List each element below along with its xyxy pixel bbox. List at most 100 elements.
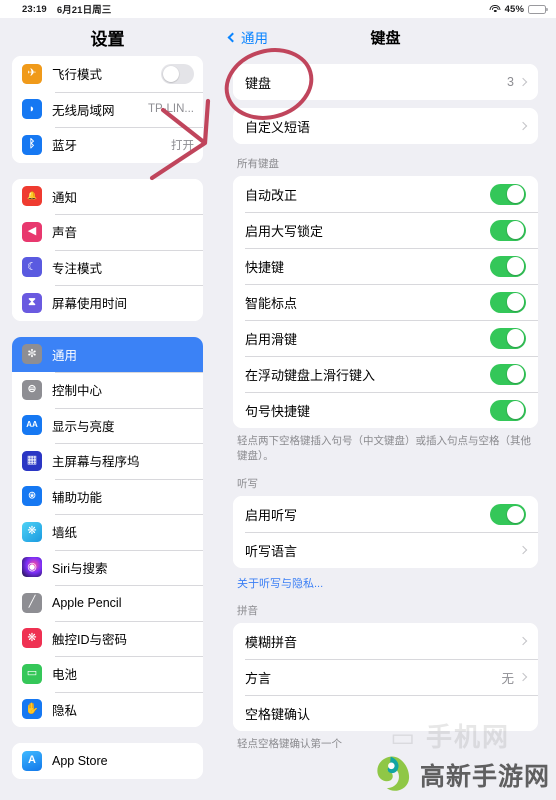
settings-row-value: 3 (507, 75, 514, 89)
settings-row-句号快捷键[interactable]: 句号快捷键 (233, 392, 538, 428)
settings-row-label: 快捷键 (245, 259, 285, 275)
settings-toggle[interactable] (490, 363, 526, 385)
settings-row-听写语言[interactable]: 听写语言 (233, 532, 538, 569)
sidebar-item-label: Apple Pencil (52, 595, 122, 610)
section-footer: 轻点两下空格键插入句号（中文键盘）或插入句点与空格（其他键盘）。 (237, 435, 531, 463)
sidebar-item-label: 隐私 (52, 703, 78, 718)
settings-toggle[interactable] (490, 327, 526, 349)
settings-row-value: 无 (501, 671, 514, 686)
settings-row-accessory (490, 503, 526, 525)
sidebar-item-label: 专注模式 (52, 261, 103, 276)
battery-percent-label: 45% (504, 3, 524, 15)
sidebar-item-墙纸[interactable]: ❋ 墙纸 (12, 514, 203, 550)
bell-icon: 🔔 (22, 186, 42, 207)
settings-row-accessory (490, 363, 526, 385)
sidebar-item-电池[interactable]: ▭ 电池 (12, 656, 203, 692)
sidebar-item-label: 通知 (52, 190, 78, 205)
settings-row-自动改正[interactable]: 自动改正 (233, 176, 538, 212)
settings-row-智能标点[interactable]: 智能标点 (233, 284, 538, 320)
settings-toggle[interactable] (490, 291, 526, 313)
section-header: 所有键盘 (237, 158, 279, 170)
status-bar: 23:19 6月21日周三 45% (0, 0, 556, 18)
settings-row-label: 键盘 (245, 75, 272, 91)
pencil-icon: ╱ (22, 592, 42, 613)
settings-row-键盘[interactable]: 键盘 3 (233, 64, 538, 100)
sidebar-item-辅助功能[interactable]: ⍟ 辅助功能 (12, 478, 203, 514)
chevron-right-icon (518, 546, 528, 555)
sidebar-item-通用[interactable]: ✼ 通用 (12, 336, 203, 372)
settings-row-label: 启用大写锁定 (245, 223, 324, 239)
settings-row-accessory (490, 291, 526, 313)
settings-row-label: 自动改正 (245, 187, 298, 203)
speaker-icon: ◀ (22, 221, 42, 242)
sidebar-item-触控ID与密码[interactable]: ❋ 触控ID与密码 (12, 620, 203, 656)
sidebar-item-声音[interactable]: ◀ 声音 (12, 214, 203, 250)
page-title: 设置 (90, 29, 125, 49)
sidebar-item-Apple-Pencil[interactable]: ╱ Apple Pencil (12, 585, 203, 621)
siri-icon: ◉ (22, 557, 42, 578)
battery-icon (528, 4, 548, 14)
section-header: 拼音 (237, 605, 258, 618)
settings-row-自定义短语[interactable]: 自定义短语 (233, 108, 538, 144)
sidebar-item-value: TP-LIN... (147, 103, 194, 116)
gear-icon: ✼ (22, 344, 42, 365)
sidebar-item-显示与亮度[interactable]: AA 显示与亮度 (12, 407, 203, 443)
settings-row-启用听写[interactable]: 启用听写 (233, 496, 538, 533)
sidebar-item-label: 声音 (52, 226, 78, 241)
sidebar-group: 🔔 通知 ◀ 声音 ☾ 专注模式 ⧗ 屏幕使用时间 (12, 178, 203, 321)
sidebar-item-label: 蓝牙 (52, 139, 78, 154)
sidebar-item-Siri与搜索[interactable]: ◉ Siri与搜索 (12, 549, 203, 585)
status-time: 23:19 (22, 3, 47, 15)
sidebar-item-屏幕使用时间[interactable]: ⧗ 屏幕使用时间 (12, 285, 203, 321)
settings-row-快捷键[interactable]: 快捷键 (233, 248, 538, 284)
settings-card: 模糊拼音 方言 无空格键确认 (233, 623, 538, 732)
settings-row-label: 智能标点 (245, 295, 298, 311)
sidebar-item-label: 无线局域网 (52, 103, 115, 118)
settings-toggle[interactable] (490, 183, 526, 205)
wifi-icon (489, 4, 501, 14)
sidebar-item-label: 控制中心 (52, 384, 103, 399)
sidebar-scroll[interactable]: ✈ 飞行模式 ◗ 无线局域网 TP-LIN... ᛒ 蓝牙 打开 🔔 通知 ◀ 声音 ☾ 专注模式 ⧗ 屏幕使… (0, 56, 215, 800)
sidebar-toggle[interactable] (161, 64, 194, 84)
sidebar-item-隐私[interactable]: ✋ 隐私 (12, 691, 203, 727)
sidebar-item-主屏幕与程序坞[interactable]: ▦ 主屏幕与程序坞 (12, 443, 203, 479)
settings-row-accessory (490, 183, 526, 205)
settings-toggle[interactable] (490, 255, 526, 277)
chevron-right-icon (518, 637, 528, 646)
settings-row-label: 句号快捷键 (245, 403, 311, 419)
touchid-icon: ❋ (22, 628, 42, 649)
settings-toggle[interactable] (490, 503, 526, 525)
sidebar-item-label: 触控ID与密码 (52, 632, 128, 647)
sidebar-item-蓝牙[interactable]: ᛒ 蓝牙 打开 (12, 127, 203, 163)
settings-row-label: 听写语言 (245, 543, 298, 559)
sidebar-item-label: Siri与搜索 (52, 561, 108, 576)
detail-scroll[interactable]: 键盘 3 自定义短语所有键盘自动改正启用大写锁定 快捷键智能标点启用滑键 在浮动键盘上滑… (215, 56, 556, 800)
back-label: 通用 (241, 31, 268, 46)
settings-row-启用滑键[interactable]: 启用滑键 (233, 320, 538, 356)
settings-row-在浮动键盘上滑行键入[interactable]: 在浮动键盘上滑行键入 (233, 356, 538, 392)
chevron-right-icon (518, 121, 528, 131)
settings-row-启用大写锁定[interactable]: 启用大写锁定 (233, 212, 538, 248)
sidebar-item-专注模式[interactable]: ☾ 专注模式 (12, 249, 203, 285)
moon-icon: ☾ (22, 257, 42, 278)
settings-row-方言[interactable]: 方言 无 (233, 659, 538, 696)
settings-toggle[interactable] (490, 399, 526, 421)
sidebar-item-value: 打开 (171, 139, 194, 152)
privacy-link[interactable]: 关于听写与隐私... (233, 568, 538, 591)
settings-toggle[interactable] (490, 219, 526, 241)
settings-row-accessory (518, 546, 528, 555)
sidebar-item-无线局域网[interactable]: ◗ 无线局域网 TP-LIN... (12, 91, 203, 127)
sidebar-item-控制中心[interactable]: ⊜ 控制中心 (12, 372, 203, 408)
sidebar-item-label: 墙纸 (52, 526, 78, 541)
sidebar-header: 设置 (0, 18, 215, 56)
sidebar-item-App-Store[interactable]: A App Store (12, 743, 203, 779)
sidebar-item-通知[interactable]: 🔔 通知 (12, 178, 203, 214)
hourglass-icon: ⧗ (22, 292, 42, 313)
settings-row-模糊拼音[interactable]: 模糊拼音 (233, 623, 538, 660)
appstore-icon: A (22, 750, 42, 771)
sidebar-item-飞行模式[interactable]: ✈ 飞行模式 (12, 56, 203, 92)
sidebar-item-label: 显示与亮度 (52, 419, 115, 434)
sidebar-item-label: App Store (52, 753, 108, 768)
back-button[interactable]: 通用 (227, 27, 268, 47)
